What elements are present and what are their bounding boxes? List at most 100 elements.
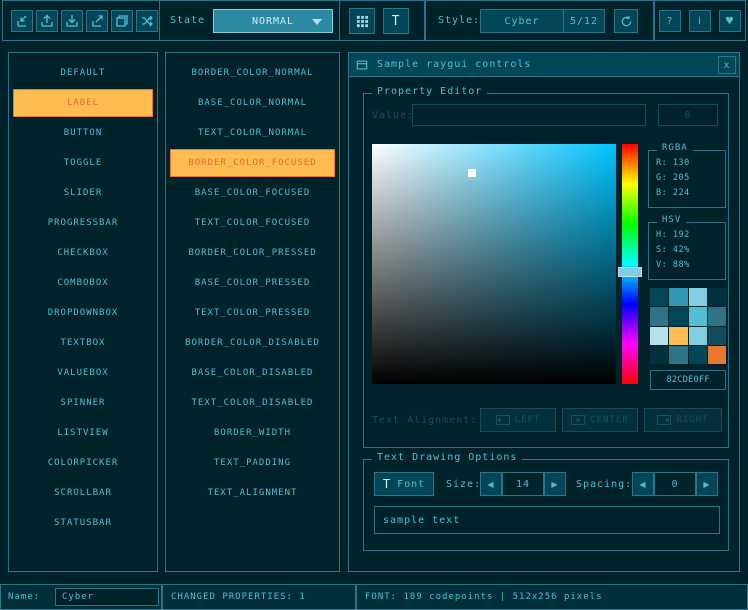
rguistyler-window: State NORMAL T Style: Cyber 5/12 ?: [0, 0, 748, 610]
palette-color-swatch[interactable]: [708, 346, 726, 364]
list-item[interactable]: PROGRESSBAR: [13, 209, 153, 237]
text-icon: T: [392, 14, 401, 29]
state-label: State: [170, 1, 205, 40]
changed-properties-status: CHANGED PROPERTIES: 1: [171, 592, 306, 602]
text-icon: T: [383, 477, 391, 491]
copy-icon: [115, 14, 129, 28]
file-save-button[interactable]: [61, 10, 83, 32]
list-item[interactable]: TEXT_COLOR_PRESSED: [170, 299, 335, 327]
list-item[interactable]: VALUEBOX: [13, 359, 153, 387]
statusbar-font-section: FONT: 189 codepoints | 512x256 pixels: [356, 584, 748, 610]
list-item[interactable]: BORDER_COLOR_PRESSED: [170, 239, 335, 267]
palette-color-swatch[interactable]: [689, 327, 707, 345]
icons-panel-button[interactable]: [349, 8, 375, 34]
sample-text-value: sample text: [383, 515, 460, 526]
size-increase-button[interactable]: ▶: [544, 472, 566, 496]
window-close-button[interactable]: x: [718, 56, 736, 74]
color-picker-panel[interactable]: [372, 144, 616, 384]
file-export-button[interactable]: [86, 10, 108, 32]
palette-color-swatch[interactable]: [650, 346, 668, 364]
align-right-button[interactable]: RIGHT: [644, 408, 722, 432]
list-item[interactable]: BUTTON: [13, 119, 153, 147]
sponsor-button[interactable]: ♥: [719, 10, 741, 32]
palette-color-swatch[interactable]: [689, 346, 707, 364]
align-center-button[interactable]: CENTER: [562, 408, 638, 432]
list-item[interactable]: BORDER_COLOR_NORMAL: [170, 59, 335, 87]
palette-color-swatch[interactable]: [669, 327, 687, 345]
list-item[interactable]: BASE_COLOR_DISABLED: [170, 359, 335, 387]
help-button[interactable]: ?: [659, 10, 681, 32]
value-input[interactable]: [412, 104, 646, 126]
hue-slider-handle[interactable]: [618, 267, 642, 277]
hsv-value-value: V: 88%: [649, 258, 725, 273]
list-item[interactable]: TEXT_COLOR_FOCUSED: [170, 209, 335, 237]
list-item[interactable]: BASE_COLOR_PRESSED: [170, 269, 335, 297]
palette-color-swatch[interactable]: [689, 307, 707, 325]
palette-color-swatch[interactable]: [708, 327, 726, 345]
file-open-button[interactable]: [36, 10, 58, 32]
palette-color-swatch[interactable]: [669, 346, 687, 364]
list-item[interactable]: BORDER_COLOR_DISABLED: [170, 329, 335, 357]
file-import-button[interactable]: [11, 10, 33, 32]
palette-color-swatch[interactable]: [650, 307, 668, 325]
font-button[interactable]: T Font: [374, 472, 434, 496]
align-left-button[interactable]: LEFT: [480, 408, 556, 432]
list-item[interactable]: TEXTBOX: [13, 329, 153, 357]
list-item-selected[interactable]: LABEL: [13, 89, 153, 117]
list-item[interactable]: DEFAULT: [13, 59, 153, 87]
list-item[interactable]: COMBOBOX: [13, 269, 153, 297]
statusbar-name-section: Name: Cyber: [0, 584, 162, 610]
window-titlebar[interactable]: Sample raygui controls x: [349, 53, 739, 77]
state-dropdown[interactable]: NORMAL: [213, 9, 333, 33]
list-item[interactable]: SLIDER: [13, 179, 153, 207]
align-center-icon: [571, 415, 585, 425]
palette-color-swatch[interactable]: [708, 288, 726, 306]
spacing-value-box[interactable]: 0: [654, 472, 696, 496]
list-item[interactable]: BORDER_WIDTH: [170, 419, 335, 447]
list-item[interactable]: DROPDOWNBOX: [13, 299, 153, 327]
style-reload-button[interactable]: [614, 9, 638, 33]
list-item[interactable]: TEXT_COLOR_NORMAL: [170, 119, 335, 147]
palette-color-swatch[interactable]: [708, 307, 726, 325]
palette-color-swatch[interactable]: [669, 288, 687, 306]
spacing-increase-button[interactable]: ▶: [696, 472, 718, 496]
list-item[interactable]: TEXT_COLOR_DISABLED: [170, 389, 335, 417]
list-item-selected[interactable]: BORDER_COLOR_FOCUSED: [170, 149, 335, 177]
list-item[interactable]: BASE_COLOR_NORMAL: [170, 89, 335, 117]
spacing-decrease-button[interactable]: ◀: [632, 472, 654, 496]
shuffle-icon: [140, 14, 154, 28]
color-picker-cursor[interactable]: [468, 169, 476, 177]
font-panel-button[interactable]: T: [383, 8, 409, 34]
list-item[interactable]: BASE_COLOR_FOCUSED: [170, 179, 335, 207]
file-copy-button[interactable]: [111, 10, 133, 32]
about-button[interactable]: i: [689, 10, 711, 32]
list-item[interactable]: TOGGLE: [13, 149, 153, 177]
rgba-blue-value: B: 224: [649, 186, 725, 201]
value-spinner[interactable]: 0: [658, 104, 718, 126]
hsv-hue-value: H: 192: [649, 228, 725, 243]
list-item[interactable]: LISTVIEW: [13, 419, 153, 447]
palette-color-swatch[interactable]: [650, 288, 668, 306]
size-value-box[interactable]: 14: [502, 472, 544, 496]
palette-color-swatch[interactable]: [669, 307, 687, 325]
style-name-input[interactable]: Cyber: [55, 588, 159, 606]
palette-color-swatch[interactable]: [650, 327, 668, 345]
file-export-icon: [90, 14, 104, 28]
style-combo-counter[interactable]: 5/12: [563, 9, 605, 33]
value-label: Value:: [372, 104, 414, 126]
list-item[interactable]: STATUSBAR: [13, 509, 153, 537]
list-item[interactable]: TEXT_ALIGNMENT: [170, 479, 335, 507]
size-decrease-button[interactable]: ◀: [480, 472, 502, 496]
list-item[interactable]: CHECKBOX: [13, 239, 153, 267]
list-item[interactable]: COLORPICKER: [13, 449, 153, 477]
hex-color-input[interactable]: 82CDE0FF: [650, 370, 726, 390]
style-combo-text: Cyber: [504, 16, 539, 27]
sample-text-input[interactable]: sample text: [374, 506, 720, 534]
hue-slider[interactable]: [622, 144, 638, 384]
palette-color-swatch[interactable]: [689, 288, 707, 306]
style-combo-value[interactable]: Cyber: [480, 9, 564, 33]
list-item[interactable]: TEXT_PADDING: [170, 449, 335, 477]
list-item[interactable]: SCROLLBAR: [13, 479, 153, 507]
list-item[interactable]: SPINNER: [13, 389, 153, 417]
style-random-button[interactable]: [136, 10, 158, 32]
